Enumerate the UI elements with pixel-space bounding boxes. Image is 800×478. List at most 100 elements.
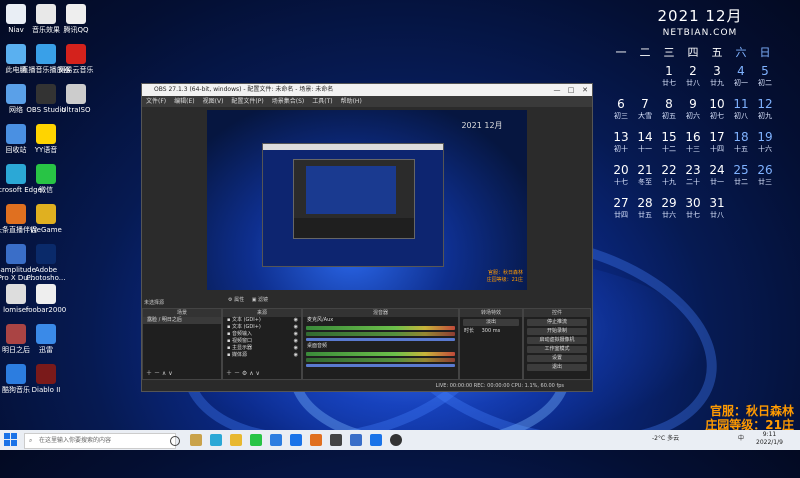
calendar-day: 27 廿四 <box>609 196 633 229</box>
obs-menu-item[interactable]: 工具(T) <box>312 98 332 105</box>
remove-icon[interactable]: － <box>154 370 160 377</box>
obs-menu-item[interactable]: 编辑(E) <box>174 98 194 105</box>
app-icon[interactable] <box>350 434 362 446</box>
calendar-lunar-date: 初十 <box>614 145 628 153</box>
filter-icon[interactable]: ▣ <box>252 297 257 303</box>
app-icon <box>36 324 56 344</box>
ime-indicator[interactable]: 中 <box>738 433 744 442</box>
calendar-day: 6 初三 <box>609 97 633 130</box>
obs-menu-item[interactable]: 场景集合(S) <box>272 98 305 105</box>
desktop-icon[interactable]: Adobe Photosho... <box>20 244 72 282</box>
up-icon[interactable]: ∧ <box>249 370 253 377</box>
app-icon[interactable] <box>370 434 382 446</box>
desktop-icon[interactable]: foobar2000 <box>20 284 72 314</box>
obs-control-button[interactable]: 退出 <box>527 364 587 371</box>
transitions-title: 转场特效 <box>460 309 522 317</box>
duration-input[interactable]: 300 ms <box>482 328 501 334</box>
obs-window[interactable]: OBS 27.1.3 (64-bit, windows) - 配置文件: 未命名… <box>141 83 593 392</box>
visibility-icon[interactable]: ◉ <box>294 345 298 352</box>
taskbar-search-input[interactable]: ⌕ 在这里输入你要搜索的内容 <box>24 433 176 449</box>
visibility-icon[interactable]: ◉ <box>294 324 298 331</box>
properties-button[interactable]: 属性 <box>234 297 244 303</box>
calendar-day-number: 21 <box>637 163 653 177</box>
obs-taskbar-icon[interactable] <box>330 434 342 446</box>
volume-meter <box>306 358 455 362</box>
sources-title: 来源 <box>223 309 301 317</box>
filters-button[interactable]: 滤镜 <box>258 297 268 303</box>
calendar-lunar-date: 十三 <box>686 145 700 153</box>
desktop-icon[interactable]: 腾讯QQ <box>50 4 102 34</box>
obs-control-button[interactable]: 工作室模式 <box>527 346 587 353</box>
weather-widget[interactable]: -2°C 多云 <box>652 433 679 442</box>
clock[interactable]: 9:11 2022/1/9 <box>756 431 783 447</box>
obs-menu-item[interactable]: 配置文件(P) <box>231 98 263 105</box>
clock-date: 2022/1/9 <box>756 439 783 446</box>
desktop-icon[interactable]: 网易云音乐 <box>50 44 102 74</box>
calendar-day-number: 15 <box>661 130 677 144</box>
desktop-icon[interactable]: 微信 <box>20 164 72 194</box>
obs-menu-item[interactable]: 视图(V) <box>203 98 224 105</box>
minimize-icon[interactable]: — <box>550 84 564 96</box>
calendar-lunar-date: 廿八 <box>710 211 724 219</box>
calendar-day: 19 十六 <box>753 130 777 163</box>
desktop-icon-label: WeGame <box>30 226 62 234</box>
calendar-lunar-date: 廿八 <box>686 79 700 87</box>
remove-icon[interactable]: － <box>234 370 240 377</box>
nested-docks <box>294 218 414 238</box>
app-icon <box>36 204 56 224</box>
desktop-icon[interactable]: 迅雷 <box>20 324 72 354</box>
visibility-icon[interactable]: ◉ <box>294 352 298 359</box>
visibility-icon[interactable]: ◉ <box>294 317 298 324</box>
obs-menu-item[interactable]: 帮助(H) <box>341 98 362 105</box>
volume-slider[interactable] <box>306 364 455 367</box>
down-icon[interactable]: ∨ <box>256 370 260 377</box>
calendar-day-number: 16 <box>685 130 701 144</box>
calendar-day-number: 5 <box>761 64 769 78</box>
add-icon[interactable]: ＋ <box>226 370 232 377</box>
desktop-icon[interactable]: Diablo II <box>20 364 72 394</box>
source-toolbar: ⚙ 属性 ▣ 滤镜 <box>228 296 268 303</box>
visibility-icon[interactable]: ◉ <box>294 338 298 345</box>
store-icon[interactable] <box>290 434 302 446</box>
calendar-lunar-date: 廿五 <box>638 211 652 219</box>
volume-slider[interactable] <box>306 338 455 341</box>
file-explorer-icon[interactable] <box>230 434 242 446</box>
desktop-icon[interactable]: YY语音 <box>20 124 72 154</box>
down-icon[interactable]: ∨ <box>168 370 172 377</box>
calendar-day: 12 初九 <box>753 97 777 130</box>
up-icon[interactable]: ∧ <box>162 370 166 377</box>
visibility-icon[interactable]: ◉ <box>294 331 298 338</box>
maximize-icon[interactable]: □ <box>564 84 578 96</box>
gear-icon[interactable]: ⚙ <box>242 370 247 377</box>
transition-select[interactable]: 淡出 <box>463 319 519 326</box>
source-item[interactable]: ▪ 视频窗口 ◉ <box>223 338 301 345</box>
obs-control-button[interactable]: 启动虚拟摄像机 <box>527 337 587 344</box>
source-item[interactable]: ▪ 主显示器 ◉ <box>223 345 301 352</box>
obs-control-button[interactable]: 设置 <box>527 355 587 362</box>
live-companion-icon[interactable] <box>310 434 322 446</box>
obs-menu-item[interactable]: 文件(F) <box>146 98 166 105</box>
task-view-icon[interactable] <box>170 436 180 446</box>
add-icon[interactable]: ＋ <box>146 370 152 377</box>
cortana-icon[interactable] <box>190 434 202 446</box>
scene-item[interactable]: 露脸 / 明日之后 <box>143 317 221 324</box>
edge-icon[interactable] <box>210 434 222 446</box>
obs-preview[interactable]: 2021 12月 官服：秋日森林 庄园等级：21庄 <box>207 110 527 290</box>
obs-running-icon[interactable] <box>390 434 402 446</box>
gear-icon[interactable]: ⚙ <box>228 297 232 303</box>
source-item[interactable]: ▪ 文本 (GDI+) ◉ <box>223 324 301 331</box>
source-item[interactable]: ▪ 媒体源 ◉ <box>223 352 301 359</box>
calendar-day: 13 初十 <box>609 130 633 163</box>
source-item[interactable]: ▪ 音频输入 ◉ <box>223 331 301 338</box>
close-icon[interactable]: ✕ <box>578 84 592 96</box>
kugou-icon[interactable] <box>270 434 282 446</box>
obs-control-button[interactable]: 停止推流 <box>527 319 587 326</box>
calendar-day: 10 初七 <box>705 97 729 130</box>
desktop-icon[interactable]: WeGame <box>20 204 72 234</box>
obs-control-button[interactable]: 开始录制 <box>527 328 587 335</box>
windows-start-icon[interactable] <box>4 433 17 446</box>
desktop-icon[interactable]: UltraISO <box>50 84 102 114</box>
nested-screen <box>262 143 444 267</box>
source-item[interactable]: ▪ 文本 (GDI+) ◉ <box>223 317 301 324</box>
wechat-icon[interactable] <box>250 434 262 446</box>
